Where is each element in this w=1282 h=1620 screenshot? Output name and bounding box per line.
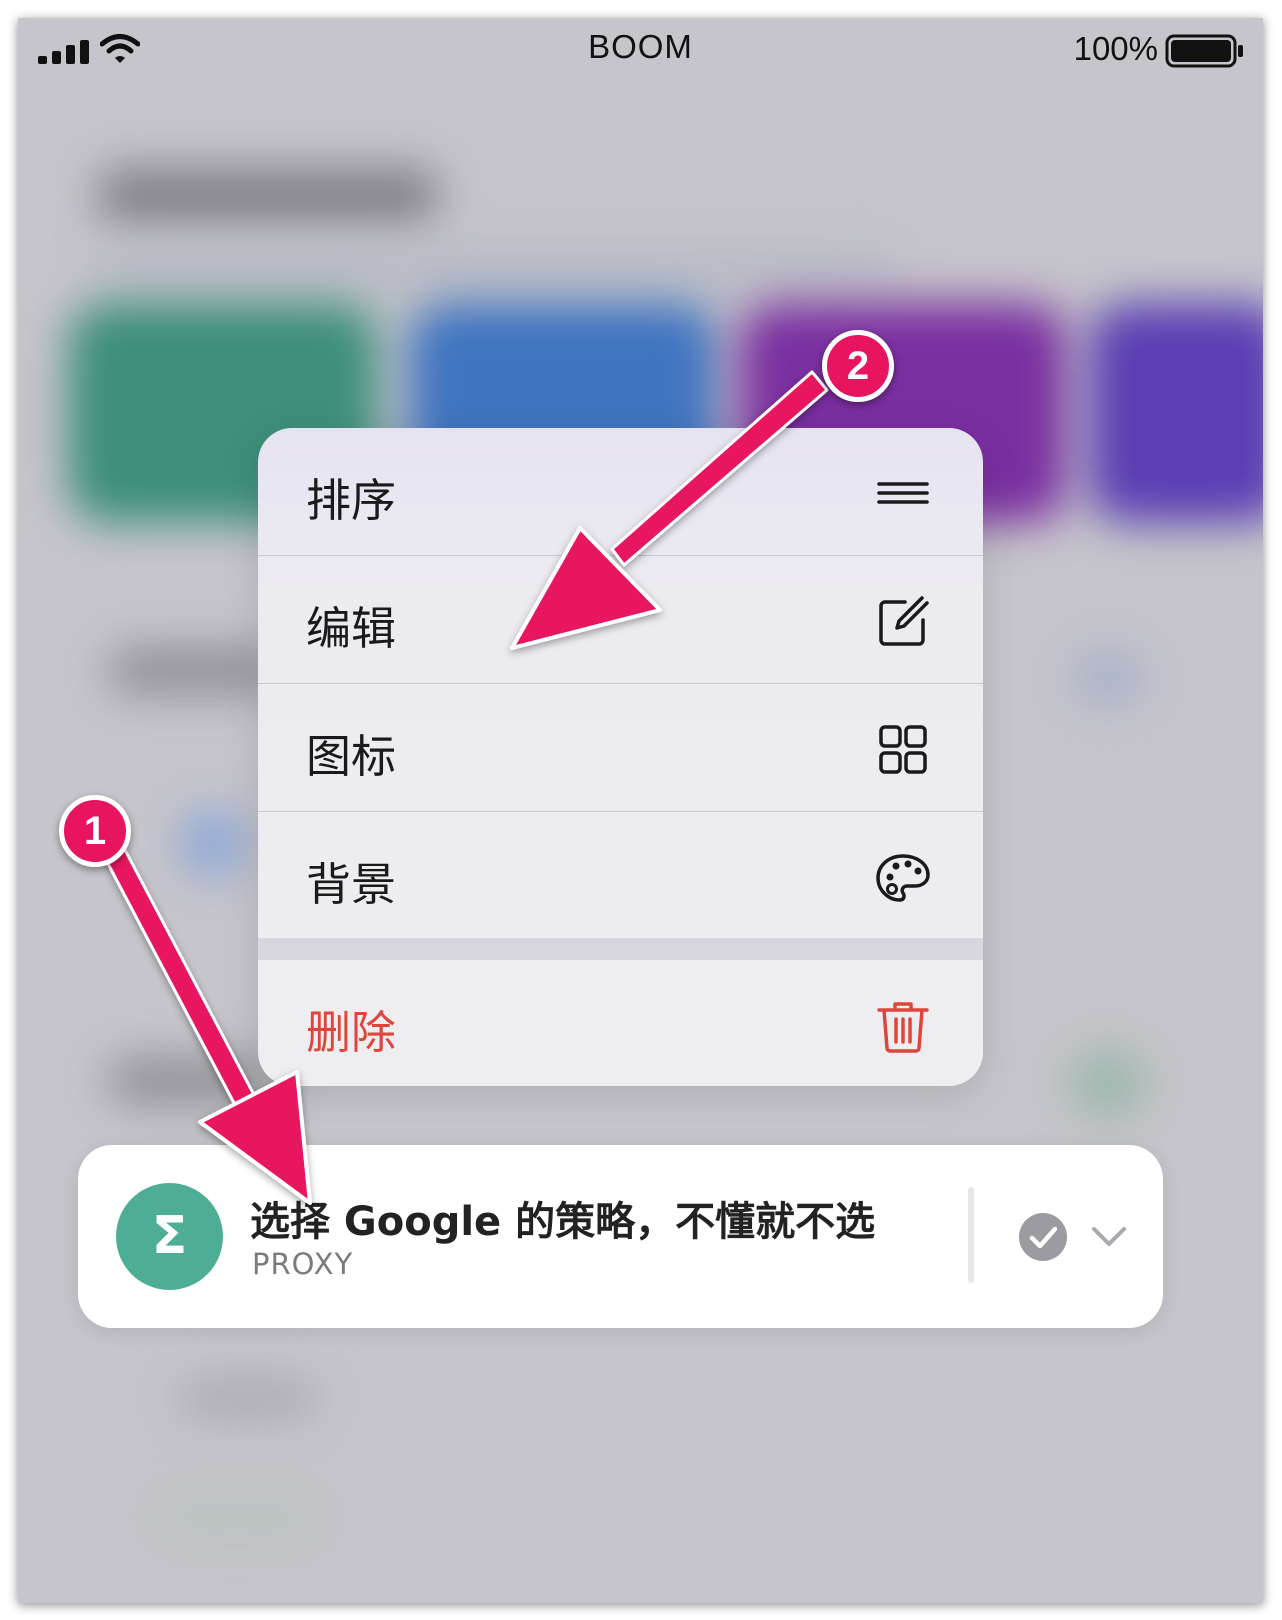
phone-screen: BOOM 100% 排序 编辑 图标 背景 删除 Σ 选择 Google 的策略… — [18, 18, 1263, 1603]
blurred-title — [98, 168, 438, 223]
divider — [968, 1187, 974, 1283]
blurred-avatar — [178, 808, 248, 878]
blurred-card-violet — [1088, 303, 1263, 523]
policy-avatar: Σ — [116, 1183, 223, 1290]
blurred-section-label — [108, 1058, 278, 1103]
menu-item-label: 图标 — [306, 730, 397, 783]
context-menu: 排序 编辑 图标 背景 删除 — [258, 428, 983, 1086]
policy-subtitle: PROXY — [252, 1247, 354, 1281]
menu-item-icon[interactable]: 图标 — [258, 684, 983, 812]
palette-icon — [876, 854, 930, 902]
blurred-subtitle — [98, 248, 898, 288]
menu-item-background[interactable]: 背景 — [258, 812, 983, 939]
grid-icon — [879, 725, 927, 774]
menu-item-label: 背景 — [306, 858, 397, 911]
menu-item-delete[interactable]: 删除 — [258, 960, 983, 1086]
menu-item-label: 排序 — [306, 474, 397, 527]
reorder-lines-icon — [877, 482, 929, 504]
chevron-down-icon[interactable] — [1090, 1221, 1128, 1251]
menu-item-edit[interactable]: 编辑 — [258, 556, 983, 684]
blurred-section-label — [108, 648, 278, 693]
blurred-row — [178, 1378, 318, 1418]
policy-card[interactable]: Σ 选择 Google 的策略，不懂就不选 PROXY — [78, 1145, 1163, 1328]
menu-item-sort[interactable]: 排序 — [258, 428, 983, 556]
policy-title: 选择 Google 的策略，不懂就不选 — [250, 1199, 876, 1245]
annotation-badge-2: 2 — [822, 330, 894, 402]
battery-percentage: 100% — [1073, 30, 1158, 67]
status-bar: BOOM 100% — [18, 18, 1263, 88]
blurred-toggle — [1068, 1048, 1148, 1118]
menu-item-label: 编辑 — [306, 602, 397, 655]
menu-separator — [258, 938, 983, 960]
edit-square-pencil-icon — [879, 596, 929, 646]
blurred-toggle — [1068, 648, 1148, 708]
blurred-row — [158, 1498, 318, 1538]
checkmark-circle-icon[interactable] — [1018, 1212, 1068, 1262]
annotation-badge-1: 1 — [59, 795, 131, 867]
battery-icon — [1165, 34, 1243, 68]
menu-item-label: 删除 — [306, 1006, 397, 1059]
trash-icon — [877, 1002, 929, 1053]
